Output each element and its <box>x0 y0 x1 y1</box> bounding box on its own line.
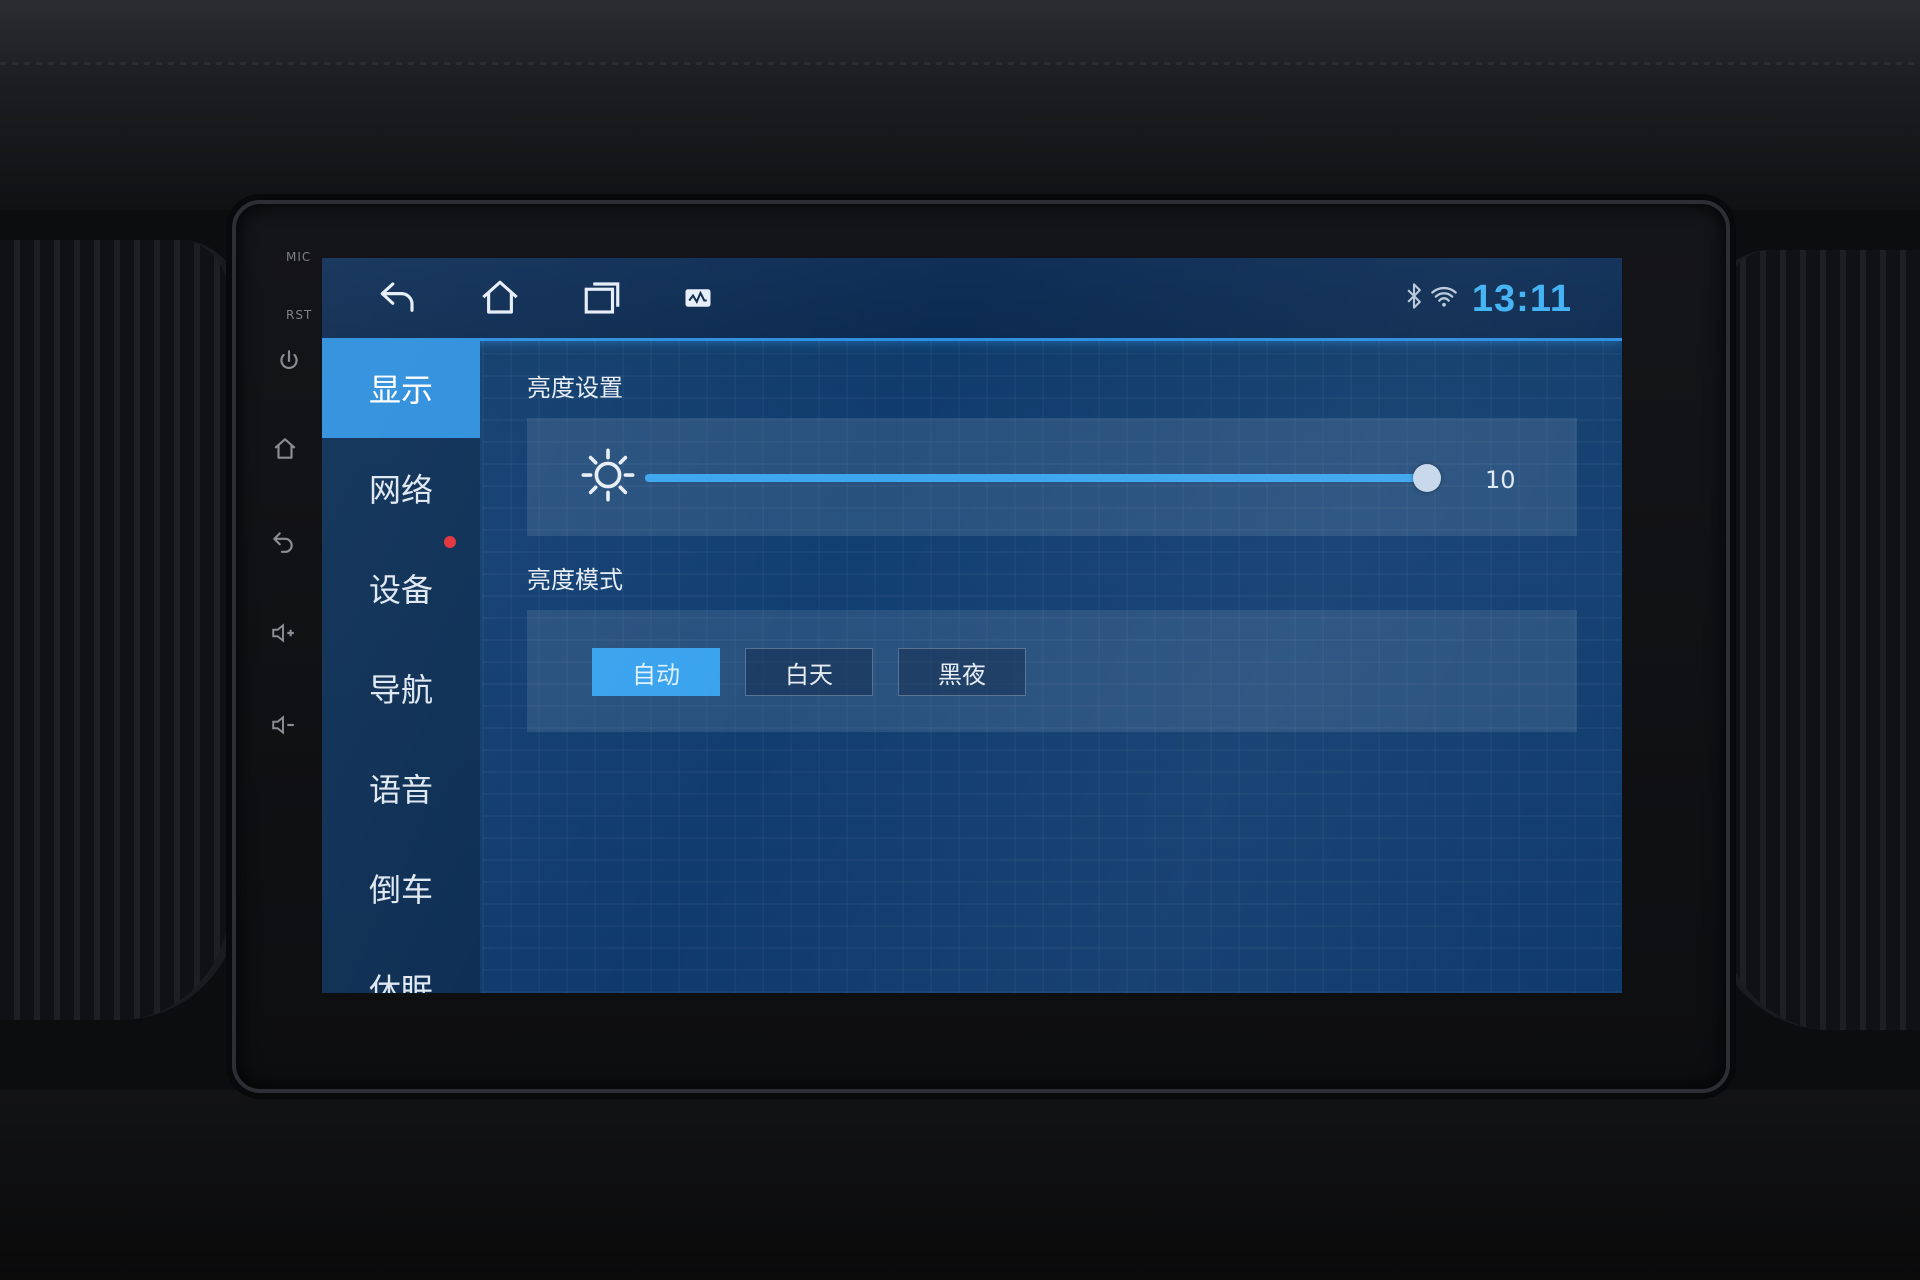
brightness-slider-fill <box>645 474 1427 482</box>
hw-back-button[interactable] <box>266 524 300 558</box>
sidebar-item-device[interactable]: 设备 <box>322 538 480 638</box>
sidebar-item-network[interactable]: 网络 <box>322 438 480 538</box>
settings-sidebar: 显示 网络 设备 导航 语音 倒车 休眠 <box>322 338 480 993</box>
mic-label: MIC <box>286 250 312 264</box>
bluetooth-icon <box>1407 283 1421 309</box>
screenshot-icon <box>685 289 711 307</box>
rst-label[interactable]: RST <box>286 308 312 322</box>
volume-down-button[interactable] <box>266 708 300 742</box>
brightness-mode-title: 亮度模式 <box>527 566 623 594</box>
left-air-vent <box>0 240 240 1020</box>
mode-auto-button[interactable]: 自动 <box>592 648 720 696</box>
brightness-panel: 10 <box>527 418 1577 536</box>
wifi-icon <box>1431 286 1457 307</box>
recent-apps-icon <box>584 282 620 314</box>
volume-up-icon <box>272 623 294 643</box>
brightness-mode-panel: 自动 白天 黑夜 <box>527 610 1577 732</box>
nav-back-button[interactable] <box>372 272 424 324</box>
brightness-slider-thumb[interactable] <box>1413 464 1441 492</box>
mode-day-button[interactable]: 白天 <box>745 648 873 696</box>
notification-dot <box>444 536 456 548</box>
nav-screenshot-button[interactable] <box>672 272 724 324</box>
home-icon <box>482 280 518 314</box>
brightness-slider[interactable] <box>645 464 1441 492</box>
volume-up-button[interactable] <box>266 616 300 650</box>
nav-home-button[interactable] <box>474 272 526 324</box>
dashboard-stitching <box>0 62 1920 65</box>
mode-night-button[interactable]: 黑夜 <box>898 648 1026 696</box>
brightness-settings-title: 亮度设置 <box>527 374 623 402</box>
sidebar-item-navigation[interactable]: 导航 <box>322 638 480 738</box>
home-icon <box>274 438 296 459</box>
sidebar-item-sleep[interactable]: 休眠 <box>322 938 480 993</box>
top-navigation-bar: 13:11 <box>322 258 1622 341</box>
volume-down-icon <box>272 715 294 735</box>
dashboard-bottom <box>0 1090 1920 1280</box>
back-icon <box>273 532 293 553</box>
dashboard-top <box>0 0 1920 210</box>
power-button[interactable] <box>272 344 306 378</box>
bluetooth-status <box>1400 282 1428 314</box>
nav-recent-apps-button[interactable] <box>576 272 628 324</box>
back-icon <box>380 282 414 312</box>
sidebar-item-display[interactable]: 显示 <box>322 338 480 438</box>
right-air-vent <box>1710 250 1920 1030</box>
sidebar-item-reverse[interactable]: 倒车 <box>322 838 480 938</box>
sidebar-item-voice[interactable]: 语音 <box>322 738 480 838</box>
clock: 13:11 <box>1471 278 1572 320</box>
brightness-value: 10 <box>1485 466 1516 494</box>
brightness-sun-icon <box>581 448 635 502</box>
wifi-status <box>1430 282 1458 314</box>
hw-home-button[interactable] <box>268 432 302 466</box>
power-icon <box>280 350 298 370</box>
display-screen: 13:11 显示 网络 设备 导航 语音 倒车 休眠 亮度设置 10 亮度模式 … <box>322 258 1622 993</box>
